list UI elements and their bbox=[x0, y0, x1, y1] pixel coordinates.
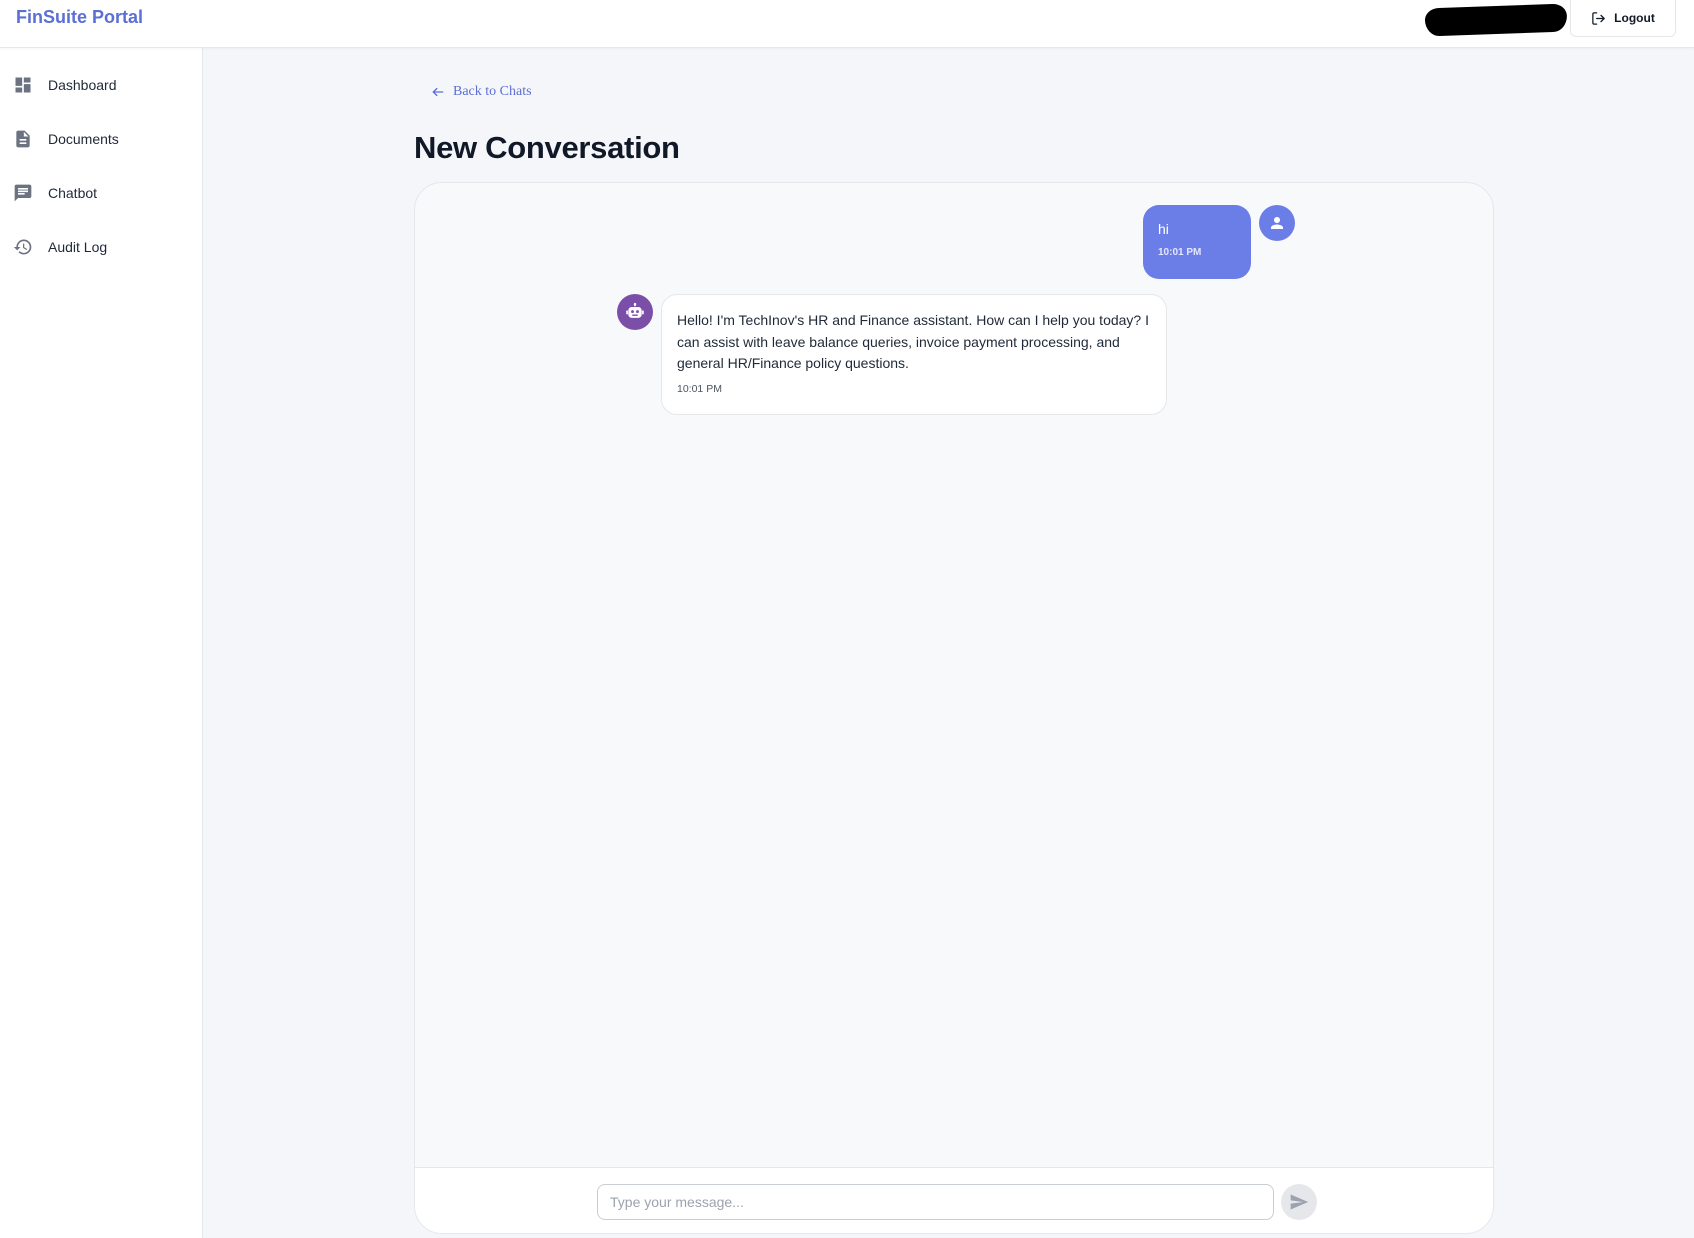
bot-message-bubble: Hello! I'm TechInov's HR and Finance ass… bbox=[661, 294, 1167, 415]
dashboard-icon bbox=[13, 75, 33, 95]
sidebar-item-label: Dashboard bbox=[48, 77, 117, 93]
chat-window: hi 10:01 PM Hello! I'm TechInov's HR and… bbox=[414, 182, 1494, 1234]
sidebar-item-label: Chatbot bbox=[48, 185, 98, 201]
message-composer bbox=[415, 1167, 1493, 1233]
arrow-left-icon bbox=[432, 87, 444, 97]
sidebar-item-label: Audit Log bbox=[48, 239, 108, 255]
send-button[interactable] bbox=[1281, 1184, 1317, 1220]
user-name-redacted bbox=[1424, 3, 1568, 37]
message-input[interactable] bbox=[597, 1184, 1274, 1220]
message-time: 10:01 PM bbox=[1158, 247, 1202, 258]
back-link-label: Back to Chats bbox=[453, 84, 532, 99]
robot-icon bbox=[626, 302, 644, 318]
page-title: New Conversation bbox=[414, 130, 680, 165]
history-icon bbox=[13, 237, 33, 257]
main-content: Back to Chats New Conversation hi 10:01 … bbox=[203, 48, 1694, 1238]
message-time: 10:01 PM bbox=[677, 382, 722, 395]
message-text: hi bbox=[1158, 221, 1169, 237]
back-to-chats-link[interactable]: Back to Chats bbox=[431, 84, 532, 100]
logout-label: Logout bbox=[1614, 11, 1655, 25]
user-message-bubble: hi 10:01 PM bbox=[1143, 205, 1251, 279]
bot-avatar bbox=[617, 294, 653, 330]
brand-title[interactable]: FinSuite Portal bbox=[16, 7, 143, 28]
sidebar-item-dashboard[interactable]: Dashboard bbox=[0, 65, 203, 105]
send-icon bbox=[1290, 1194, 1309, 1210]
document-icon bbox=[13, 129, 33, 149]
sidebar: Dashboard Documents Chatbot Audit Log bbox=[0, 48, 203, 1238]
chat-icon bbox=[13, 183, 33, 203]
message-text: Hello! I'm TechInov's HR and Finance ass… bbox=[677, 312, 1149, 371]
logout-button[interactable]: Logout bbox=[1570, 0, 1676, 37]
top-bar: FinSuite Portal Logout bbox=[0, 0, 1694, 48]
sidebar-item-audit-log[interactable]: Audit Log bbox=[0, 227, 203, 267]
sidebar-item-chatbot[interactable]: Chatbot bbox=[0, 173, 203, 213]
person-icon bbox=[1271, 217, 1283, 229]
sidebar-item-label: Documents bbox=[48, 131, 119, 147]
logout-icon bbox=[1592, 11, 1605, 25]
user-avatar bbox=[1259, 205, 1295, 241]
sidebar-item-documents[interactable]: Documents bbox=[0, 119, 203, 159]
